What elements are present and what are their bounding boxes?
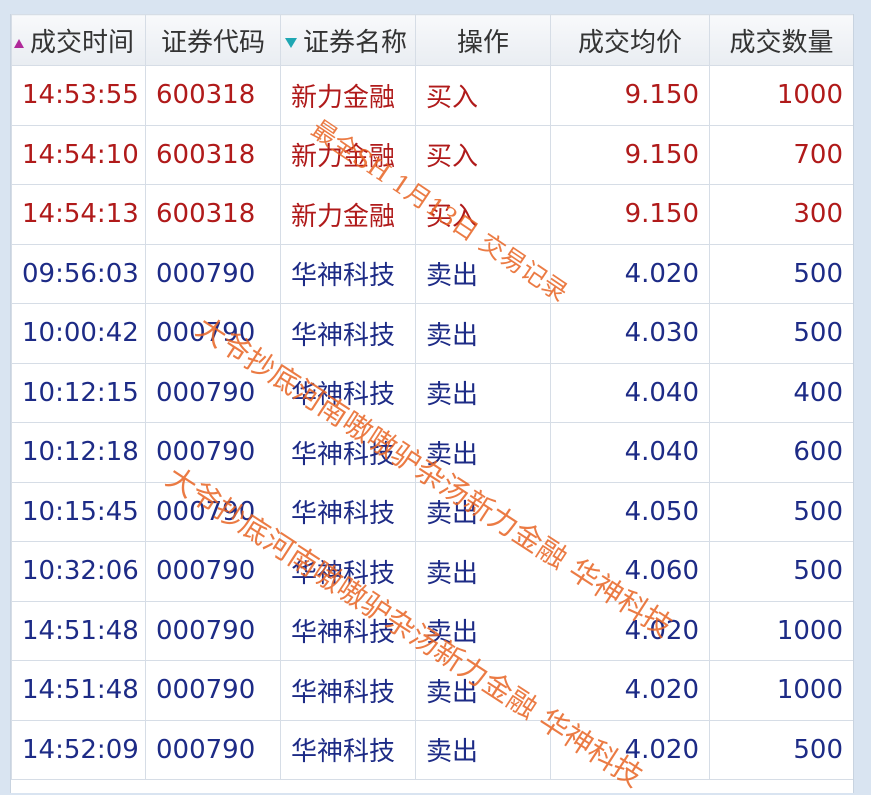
cell-quantity: 1000 xyxy=(709,660,853,721)
table-row[interactable]: 09:56:03 000790 华神科技 卖出 4.020 500 xyxy=(11,243,853,304)
cell-name: 新力金融 xyxy=(280,184,416,245)
cell-action: 卖出 xyxy=(415,660,551,721)
cell-name: 新力金融 xyxy=(280,65,416,126)
cell-name: 华神科技 xyxy=(280,600,416,661)
cell-time: 14:51:48 xyxy=(11,600,146,661)
cell-code: 000790 xyxy=(145,422,281,483)
cell-time: 14:52:09 xyxy=(11,719,146,780)
cell-action: 卖出 xyxy=(415,303,551,364)
cell-time: 10:12:15 xyxy=(11,362,146,423)
cell-name: 华神科技 xyxy=(280,660,416,721)
trade-records-panel: 成交时间 证券代码 证券名称 操作 成交均价 成交数量 14:53:55 6003… xyxy=(10,14,854,793)
table-row[interactable]: 14:51:48 000790 华神科技 卖出 4.020 1000 xyxy=(11,600,853,661)
cell-code: 000790 xyxy=(145,303,281,364)
cell-price: 4.020 xyxy=(550,719,710,780)
cell-price: 4.060 xyxy=(550,541,710,602)
cell-name: 新力金融 xyxy=(280,124,416,185)
cell-quantity: 500 xyxy=(709,541,853,602)
cell-code: 000790 xyxy=(145,719,281,780)
cell-quantity: 300 xyxy=(709,184,853,245)
cell-action: 卖出 xyxy=(415,481,551,542)
cell-action: 卖出 xyxy=(415,600,551,661)
cell-price: 4.040 xyxy=(550,422,710,483)
cell-price: 4.020 xyxy=(550,660,710,721)
cell-price: 4.040 xyxy=(550,362,710,423)
table-row[interactable]: 10:32:06 000790 华神科技 卖出 4.060 500 xyxy=(11,541,853,602)
column-header-time[interactable]: 成交时间 xyxy=(11,14,146,66)
cell-name: 华神科技 xyxy=(280,422,416,483)
cell-name: 华神科技 xyxy=(280,481,416,542)
cell-time: 10:00:42 xyxy=(11,303,146,364)
cell-action: 卖出 xyxy=(415,719,551,780)
cell-code: 000790 xyxy=(145,541,281,602)
cell-time: 14:51:48 xyxy=(11,660,146,721)
cell-code: 000790 xyxy=(145,600,281,661)
cell-quantity: 500 xyxy=(709,243,853,304)
column-header-quantity[interactable]: 成交数量 xyxy=(709,14,853,66)
cell-code: 000790 xyxy=(145,660,281,721)
cell-price: 4.050 xyxy=(550,481,710,542)
cell-quantity: 500 xyxy=(709,481,853,542)
table-row[interactable]: 14:54:10 600318 新力金融 买入 9.150 700 xyxy=(11,124,853,185)
cell-time: 14:53:55 xyxy=(11,65,146,126)
cell-code: 000790 xyxy=(145,243,281,304)
cell-name: 华神科技 xyxy=(280,303,416,364)
column-header-price[interactable]: 成交均价 xyxy=(550,14,710,66)
cell-code: 600318 xyxy=(145,124,281,185)
cell-price: 9.150 xyxy=(550,184,710,245)
cell-time: 10:15:45 xyxy=(11,481,146,542)
table-row[interactable]: 10:00:42 000790 华神科技 卖出 4.030 500 xyxy=(11,303,853,364)
cell-quantity: 1000 xyxy=(709,600,853,661)
cell-action: 买入 xyxy=(415,124,551,185)
cell-quantity: 1000 xyxy=(709,65,853,126)
cell-quantity: 700 xyxy=(709,124,853,185)
cell-quantity: 500 xyxy=(709,719,853,780)
cell-code: 000790 xyxy=(145,481,281,542)
cell-quantity: 600 xyxy=(709,422,853,483)
cell-price: 9.150 xyxy=(550,124,710,185)
cell-time: 14:54:10 xyxy=(11,124,146,185)
cell-action: 卖出 xyxy=(415,541,551,602)
sort-ascending-icon xyxy=(14,38,24,48)
cell-time: 10:32:06 xyxy=(11,541,146,602)
table-row[interactable]: 10:15:45 000790 华神科技 卖出 4.050 500 xyxy=(11,481,853,542)
cell-name: 华神科技 xyxy=(280,541,416,602)
cell-action: 买入 xyxy=(415,65,551,126)
table-body: 14:53:55 600318 新力金融 买入 9.150 1000 14:54:10 600… xyxy=(11,65,853,780)
cell-time: 14:54:13 xyxy=(11,184,146,245)
cell-price: 4.030 xyxy=(550,303,710,364)
cell-quantity: 500 xyxy=(709,303,853,364)
cell-time: 09:56:03 xyxy=(11,243,146,304)
cell-name: 华神科技 xyxy=(280,243,416,304)
table-row[interactable]: 10:12:18 000790 华神科技 卖出 4.040 600 xyxy=(11,422,853,483)
column-header-code[interactable]: 证券代码 xyxy=(145,14,281,66)
sort-descending-icon xyxy=(285,38,297,48)
column-header-name[interactable]: 证券名称 xyxy=(280,14,416,66)
cell-code: 600318 xyxy=(145,65,281,126)
cell-quantity: 400 xyxy=(709,362,853,423)
table-row[interactable]: 10:12:15 000790 华神科技 卖出 4.040 400 xyxy=(11,362,853,423)
cell-price: 9.150 xyxy=(550,65,710,126)
cell-action: 卖出 xyxy=(415,422,551,483)
table-row[interactable]: 14:54:13 600318 新力金融 买入 9.150 300 xyxy=(11,184,853,245)
table-row[interactable]: 14:51:48 000790 华神科技 卖出 4.020 1000 xyxy=(11,660,853,721)
cell-action: 卖出 xyxy=(415,243,551,304)
cell-name: 华神科技 xyxy=(280,719,416,780)
cell-code: 000790 xyxy=(145,362,281,423)
table-row[interactable]: 14:52:09 000790 华神科技 卖出 4.020 500 xyxy=(11,719,853,780)
cell-code: 600318 xyxy=(145,184,281,245)
cell-price: 4.020 xyxy=(550,243,710,304)
cell-name: 华神科技 xyxy=(280,362,416,423)
column-header-action[interactable]: 操作 xyxy=(415,14,551,66)
cell-price: 4.020 xyxy=(550,600,710,661)
cell-action: 买入 xyxy=(415,184,551,245)
trade-records-table: 成交时间 证券代码 证券名称 操作 成交均价 成交数量 14:53:55 6003… xyxy=(11,14,853,780)
cell-time: 10:12:18 xyxy=(11,422,146,483)
cell-action: 卖出 xyxy=(415,362,551,423)
table-header-row: 成交时间 证券代码 证券名称 操作 成交均价 成交数量 xyxy=(11,14,853,66)
table-row[interactable]: 14:53:55 600318 新力金融 买入 9.150 1000 xyxy=(11,65,853,126)
